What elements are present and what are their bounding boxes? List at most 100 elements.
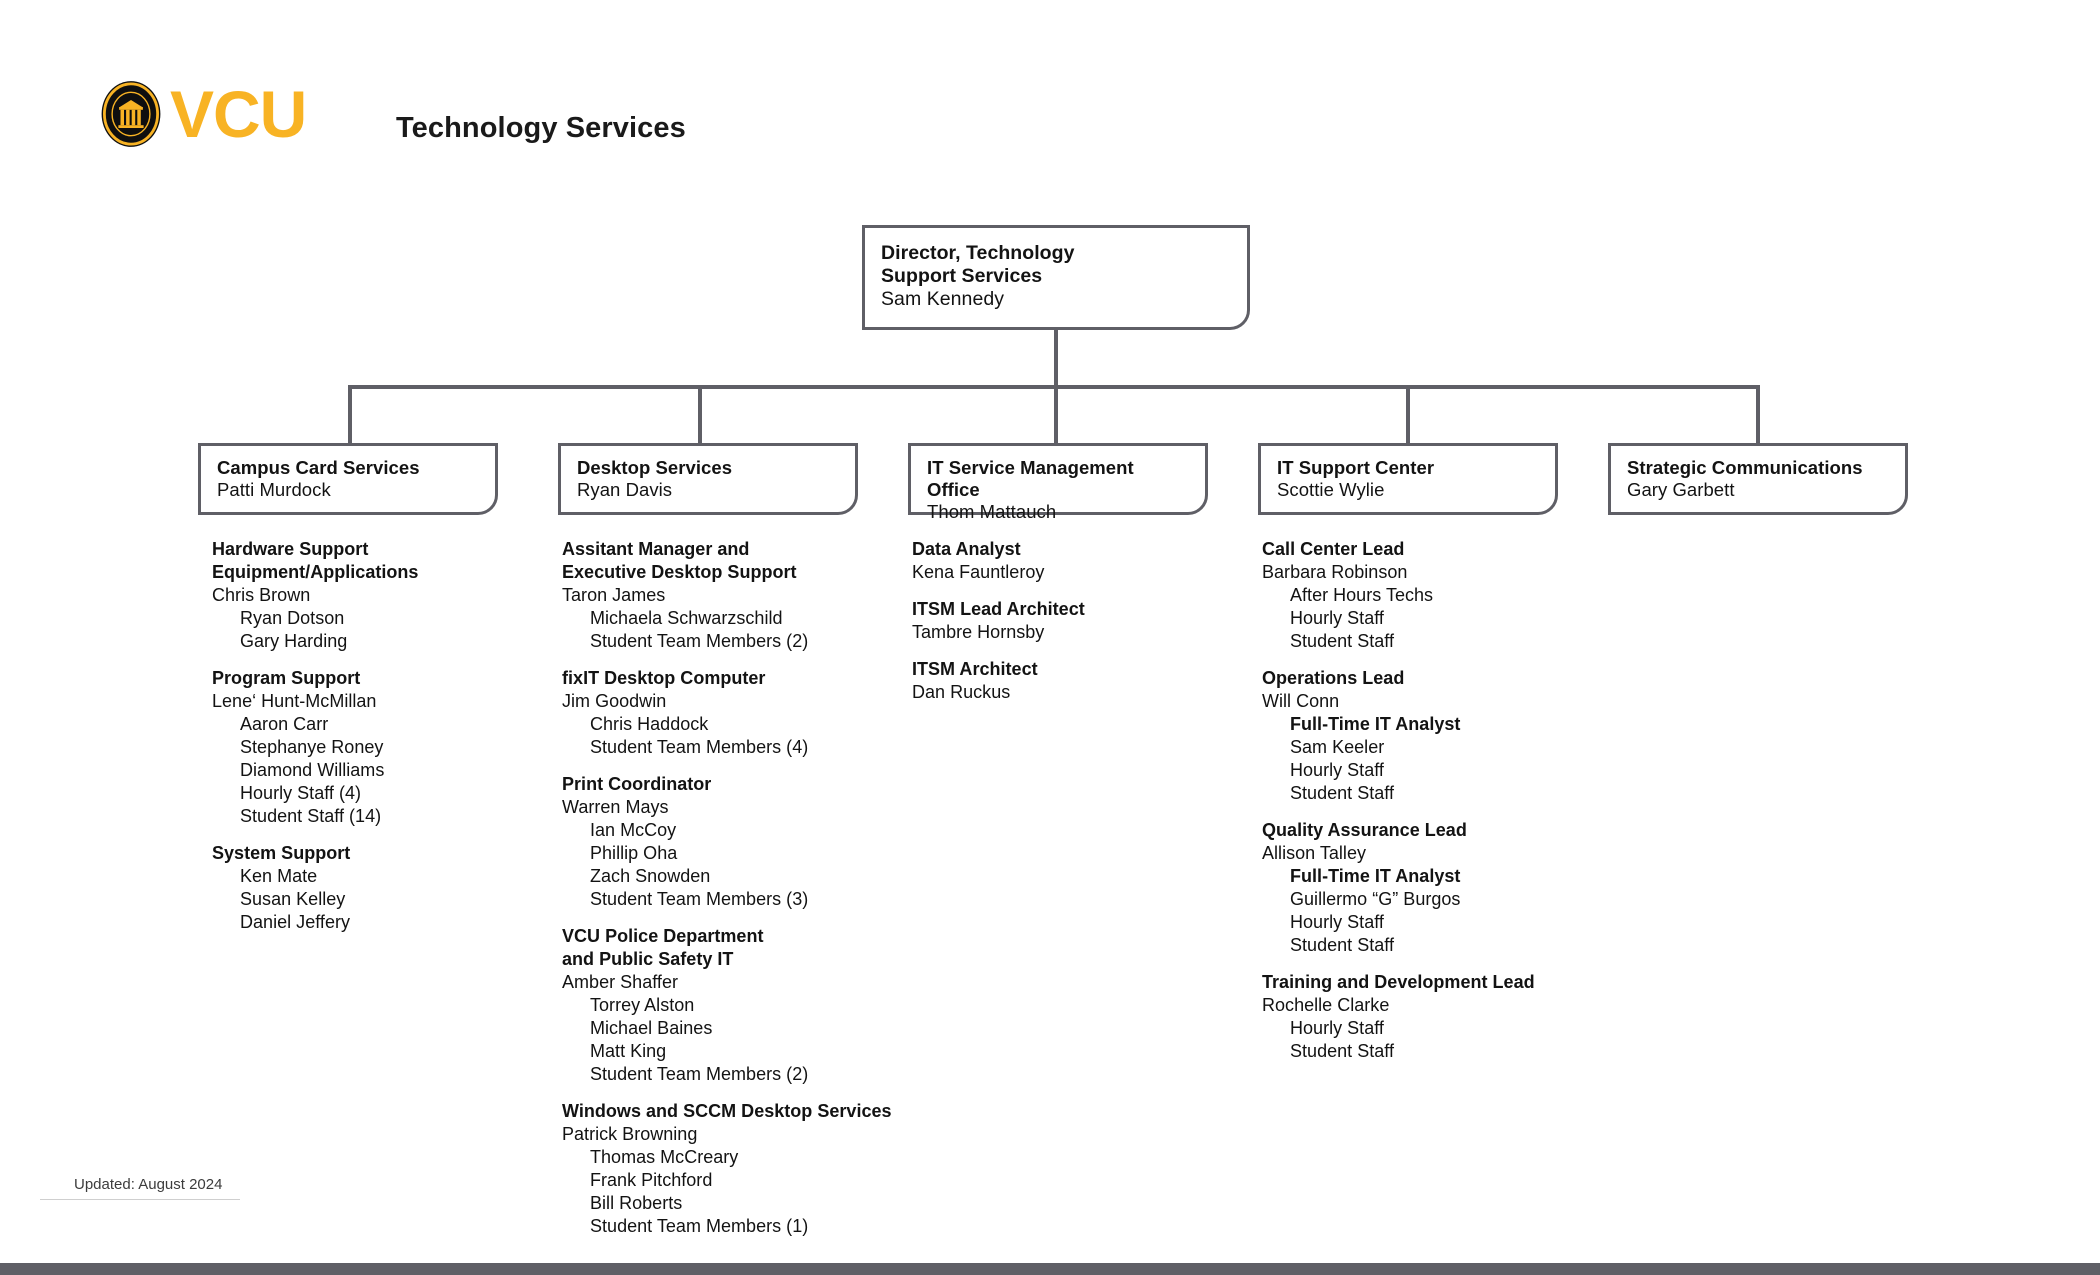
node-it-service-management-office: IT Service Management Office Thom Mattau… <box>908 443 1208 522</box>
staff-group-lead: Jim Goodwin <box>562 691 667 711</box>
node-person: Patti Murdock <box>217 479 331 500</box>
staff-group-lead: Warren Mays <box>562 797 669 817</box>
staff-member: Susan Kelley <box>240 889 346 909</box>
staff-group-lead: Kena Fauntleroy <box>912 562 1045 582</box>
node-person: Scottie Wylie <box>1277 479 1385 500</box>
staff-member: Sam Keeler <box>1290 737 1385 757</box>
staff-group-heading: VCU Police Department and Public Safety … <box>562 926 764 969</box>
staff-group-lead: Barbara Robinson <box>1262 562 1408 582</box>
connector-drop-strategic-communications <box>1756 385 1760 443</box>
staff-member: Student Team Members (2) <box>590 1064 809 1084</box>
node-desktop-services: Desktop Services Ryan Davis <box>558 443 858 515</box>
bottom-bar <box>0 1263 2100 1275</box>
staff-group-heading: Data Analyst <box>912 539 1021 559</box>
staff-member: Phillip Oha <box>590 843 678 863</box>
staff-group-heading: Operations Lead <box>1262 668 1405 688</box>
staff-group: ITSM Architect Dan Ruckus <box>912 658 1242 704</box>
staff-group-heading: Print Coordinator <box>562 774 712 794</box>
staff-member: After Hours Techs <box>1290 585 1434 605</box>
node-title: IT Service Management Office <box>927 457 1134 500</box>
staff-member: Hourly Staff <box>1290 912 1384 932</box>
staff-member: Daniel Jeffery <box>240 912 351 932</box>
staff-group-heading: Hardware Support Equipment/Applications <box>212 539 419 582</box>
staff-group: Data Analyst Kena Fauntleroy <box>912 538 1242 584</box>
staff-group-lead: Tambre Hornsby <box>912 622 1045 642</box>
connector-director-stem <box>1054 330 1058 385</box>
connector-drop-desktop-services <box>698 385 702 443</box>
staff-member: Gary Harding <box>240 631 348 651</box>
staff-list-desktop-services: Assitant Manager and Executive Desktop S… <box>562 538 902 1238</box>
staff-group-heading: Quality Assurance Lead <box>1262 820 1467 840</box>
node-title: Campus Card Services <box>217 457 420 478</box>
staff-group-heading: Training and Development Lead <box>1262 972 1535 992</box>
staff-member: Frank Pitchford <box>590 1170 713 1190</box>
staff-member: Hourly Staff (4) <box>240 783 362 803</box>
staff-group-lead: Lene‘ Hunt-McMillan <box>212 691 377 711</box>
staff-member: Student Team Members (2) <box>590 631 809 651</box>
staff-member: Student Team Members (1) <box>590 1216 809 1236</box>
staff-member: Michael Baines <box>590 1018 713 1038</box>
staff-group: ITSM Lead Architect Tambre Hornsby <box>912 598 1242 644</box>
node-director: Director, Technology Support Services Sa… <box>862 225 1250 330</box>
org-chart-page: VCU Technology Services Director, Techno… <box>0 0 2100 1275</box>
node-person: Gary Garbett <box>1627 479 1735 500</box>
staff-member: Aaron Carr <box>240 714 329 734</box>
staff-group: Training and Development Lead Rochelle Cl… <box>1262 971 1602 1063</box>
staff-member: Ryan Dotson <box>240 608 345 628</box>
staff-member: Ken Mate <box>240 866 318 886</box>
staff-member: Michaela Schwarzschild <box>590 608 783 628</box>
staff-member: Zach Snowden <box>590 866 711 886</box>
staff-group: Hardware Support Equipment/Applications C… <box>212 538 542 653</box>
staff-group-subheading: Full-Time IT Analyst <box>1290 866 1461 886</box>
staff-member: Stephanye Roney <box>240 737 384 757</box>
staff-group: Assitant Manager and Executive Desktop S… <box>562 538 902 653</box>
node-title: IT Support Center <box>1277 457 1435 478</box>
staff-group: VCU Police Department and Public Safety … <box>562 925 902 1086</box>
staff-member: Chris Haddock <box>590 714 709 734</box>
staff-member: Hourly Staff <box>1290 608 1384 628</box>
connector-drop-campus-card-services <box>348 385 352 443</box>
staff-member: Student Team Members (4) <box>590 737 809 757</box>
node-director-person: Sam Kennedy <box>881 288 1005 310</box>
node-title: Desktop Services <box>577 457 733 478</box>
node-title: Strategic Communications <box>1627 457 1863 478</box>
staff-member: Matt King <box>590 1041 667 1061</box>
staff-member: Student Staff <box>1290 1041 1395 1061</box>
page-title: Technology Services <box>396 112 686 144</box>
staff-group-heading: Program Support <box>212 668 361 688</box>
node-director-title: Director, Technology Support Services <box>881 242 1075 287</box>
staff-member: Torrey Alston <box>590 995 695 1015</box>
updated-note: Updated: August 2024 <box>74 1176 223 1193</box>
footer-divider <box>40 1199 240 1200</box>
staff-list-it-support-center: Call Center Lead Barbara Robinson After Ho… <box>1262 538 1602 1063</box>
staff-group: Print Coordinator Warren Mays Ian McCoy Phi… <box>562 773 902 911</box>
staff-group-lead: Dan Ruckus <box>912 682 1011 702</box>
node-person: Thom Mattauch <box>927 501 1057 522</box>
node-it-support-center: IT Support Center Scottie Wylie <box>1258 443 1558 515</box>
staff-group: Operations Lead Will Conn Full-Time IT Ana… <box>1262 667 1602 805</box>
staff-member: Hourly Staff <box>1290 1018 1384 1038</box>
staff-group-heading: Windows and SCCM Desktop Services <box>562 1101 892 1121</box>
staff-group: Quality Assurance Lead Allison Talley Full… <box>1262 819 1602 957</box>
staff-member: Student Staff <box>1290 631 1395 651</box>
staff-member: Diamond Williams <box>240 760 385 780</box>
staff-group-heading: System Support <box>212 843 351 863</box>
staff-member: Student Staff <box>1290 783 1395 803</box>
staff-group-lead: Taron James <box>562 585 666 605</box>
staff-group-lead: Chris Brown <box>212 585 311 605</box>
staff-group: System Support Ken Mate Susan Kelley Daniel… <box>212 842 542 934</box>
staff-group-heading: Call Center Lead <box>1262 539 1405 559</box>
staff-group-lead: Rochelle Clarke <box>1262 995 1390 1015</box>
staff-group: Program Support Lene‘ Hunt-McMillan Aaron … <box>212 667 542 828</box>
node-person: Ryan Davis <box>577 479 673 500</box>
node-campus-card-services: Campus Card Services Patti Murdock <box>198 443 498 515</box>
staff-group-heading: fixIT Desktop Computer <box>562 668 766 688</box>
staff-group-lead: Patrick Browning <box>562 1124 698 1144</box>
vcu-logo: VCU <box>96 72 307 156</box>
staff-member: Student Staff <box>1290 935 1395 955</box>
staff-member: Guillermo “G” Burgos <box>1290 889 1461 909</box>
connector-drop-it-support-center <box>1406 385 1410 443</box>
staff-group-lead: Amber Shaffer <box>562 972 678 992</box>
staff-group-subheading: Full-Time IT Analyst <box>1290 714 1461 734</box>
page-header: VCU Technology Services <box>0 0 2100 190</box>
